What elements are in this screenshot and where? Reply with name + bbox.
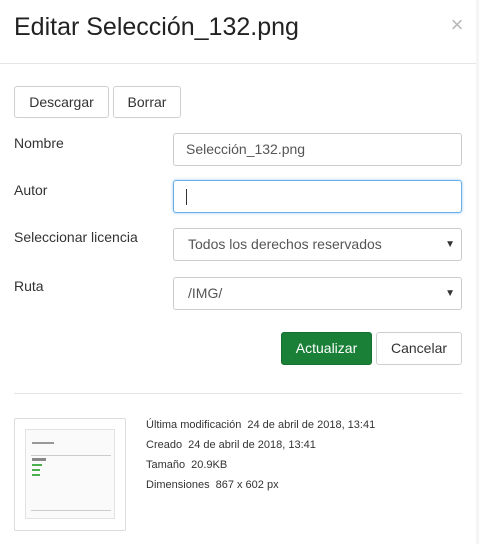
thumbnail-preview — [25, 429, 115, 519]
text-cursor — [186, 189, 187, 205]
author-field[interactable] — [173, 180, 462, 213]
chevron-down-icon: ▼ — [445, 288, 455, 299]
edit-file-dialog: Editar Selección_132.png × Descargar Bor… — [0, 0, 477, 544]
preview-block — [32, 458, 46, 461]
modified-value: 24 de abril de 2018, 13:41 — [247, 419, 376, 431]
header-divider — [0, 63, 476, 64]
modified-label: Última modificación — [146, 419, 242, 431]
update-button[interactable]: Actualizar — [281, 332, 372, 365]
dialog-title: Editar Selección_132.png — [14, 13, 299, 41]
size-label: Tamaño — [146, 459, 186, 471]
close-icon[interactable]: × — [448, 13, 466, 37]
size-value: 20.9KB — [191, 459, 228, 471]
name-label: Nombre — [14, 135, 64, 151]
author-label: Autor — [14, 182, 48, 198]
path-label: Ruta — [14, 278, 44, 294]
name-field[interactable]: Selección_132.png — [173, 133, 462, 166]
preview-green-mark — [32, 464, 42, 466]
path-selected-value: /IMG/ — [188, 285, 223, 301]
modified-info: Última modificación 24 de abril de 2018, … — [146, 419, 375, 431]
created-info: Creado 24 de abril de 2018, 13:41 — [146, 439, 316, 451]
created-value: 24 de abril de 2018, 13:41 — [188, 439, 316, 451]
image-thumbnail[interactable] — [14, 418, 126, 531]
license-selected-value: Todos los derechos reservados — [188, 236, 382, 252]
chevron-down-icon: ▼ — [445, 239, 455, 250]
created-label: Creado — [146, 439, 183, 451]
preview-line — [31, 455, 111, 456]
section-divider — [14, 393, 462, 394]
preview-green-mark — [32, 474, 40, 476]
license-select[interactable]: Todos los derechos reservados ▼ — [173, 228, 462, 261]
dimensions-info: Dimensiones 867 x 602 px — [146, 479, 279, 491]
preview-heading — [32, 442, 54, 444]
license-label: Seleccionar licencia — [14, 229, 138, 245]
download-button[interactable]: Descargar — [14, 86, 109, 118]
delete-button[interactable]: Borrar — [113, 86, 181, 118]
cancel-button[interactable]: Cancelar — [376, 332, 462, 365]
dimensions-value: 867 x 602 px — [215, 479, 279, 491]
preview-line — [31, 510, 111, 511]
preview-green-mark — [32, 469, 40, 471]
dimensions-label: Dimensiones — [146, 479, 210, 491]
size-info: Tamaño 20.9KB — [146, 459, 227, 471]
path-select[interactable]: /IMG/ ▼ — [173, 277, 462, 310]
